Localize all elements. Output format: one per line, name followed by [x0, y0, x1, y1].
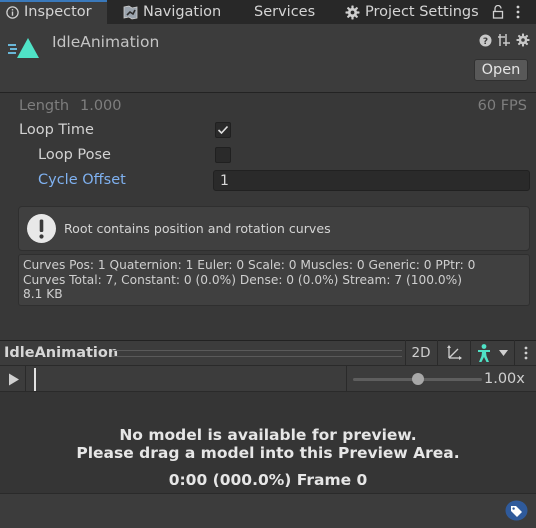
- help-icon[interactable]: ?: [478, 33, 492, 47]
- svg-text:?: ?: [482, 37, 487, 47]
- loop-time-label: Loop Time: [19, 122, 94, 138]
- label-tag-icon: [505, 500, 528, 521]
- asset-labels-bar: [0, 493, 536, 528]
- lock-icon[interactable]: [492, 4, 504, 23]
- info-icon: [6, 5, 19, 19]
- length-value: 1.000: [80, 98, 122, 114]
- tab-services[interactable]: Services: [254, 0, 315, 24]
- pivot-icon: [447, 345, 462, 360]
- preview-drag-handle[interactable]: [112, 350, 402, 357]
- divider: [346, 366, 347, 392]
- tab-navigation-label: Navigation: [143, 4, 222, 20]
- length-label: Length: [19, 98, 70, 114]
- tab-inspector-label: Inspector: [24, 4, 92, 20]
- clip-name: IdleAnimation: [52, 33, 160, 51]
- curves-info-box: Curves Pos: 1 Quaternion: 1 Euler: 0 Sca…: [18, 254, 530, 306]
- navigation-icon: [123, 5, 138, 20]
- preset-icon[interactable]: [497, 33, 511, 47]
- cycle-offset-field[interactable]: 1: [213, 170, 530, 191]
- preview-message-line1: No model is available for preview.: [119, 426, 417, 444]
- 2d-toggle-button[interactable]: 2D: [406, 341, 436, 365]
- pivot-toggle-button[interactable]: [438, 341, 470, 365]
- tab-project-settings[interactable]: Project Settings: [345, 0, 479, 24]
- loop-pose-label: Loop Pose: [38, 147, 111, 163]
- animation-clip-icon: [8, 36, 40, 66]
- fps-value: 60 FPS: [477, 98, 527, 114]
- tab-project-settings-label: Project Settings: [365, 4, 479, 20]
- avatar-dropdown-button[interactable]: [471, 341, 513, 365]
- kebab-menu-icon[interactable]: [524, 346, 528, 364]
- chevron-down-icon: [499, 350, 508, 356]
- asset-label-button[interactable]: [505, 500, 528, 525]
- frame-info: 0:00 (000.0%) Frame 0: [168, 471, 368, 489]
- divider: [514, 340, 515, 366]
- open-button[interactable]: Open: [474, 59, 528, 81]
- timeline-playhead[interactable]: [34, 368, 36, 391]
- preview-message-line2: Please drag a model into this Preview Ar…: [76, 444, 460, 462]
- preview-title: IdleAnimation: [4, 345, 119, 361]
- avatar-icon: [478, 344, 490, 362]
- curves-info-line: Curves Pos: 1 Quaternion: 1 Euler: 0 Sca…: [23, 258, 476, 272]
- warning-exclamation-icon: [25, 212, 58, 249]
- curves-info-line: 8.1 KB: [23, 287, 63, 302]
- loop-time-checkbox[interactable]: [215, 122, 231, 138]
- settings-icon[interactable]: [516, 33, 530, 47]
- kebab-menu-icon[interactable]: [516, 5, 520, 23]
- loop-pose-checkbox[interactable]: [215, 147, 231, 163]
- tab-inspector[interactable]: Inspector: [0, 0, 107, 24]
- gear-icon: [345, 5, 360, 20]
- speed-value: 1.00x: [484, 371, 525, 387]
- cycle-offset-value: 1: [220, 172, 229, 189]
- help-box-message: Root contains position and rotation curv…: [64, 221, 331, 236]
- cycle-offset-label: Cycle Offset: [38, 172, 126, 188]
- play-icon: [9, 373, 19, 386]
- tab-navigation[interactable]: Navigation: [123, 0, 221, 24]
- curves-info-line: Curves Total: 7, Constant: 0 (0.0%) Dens…: [23, 272, 462, 287]
- speed-slider-thumb[interactable]: [412, 373, 424, 385]
- play-button[interactable]: [8, 373, 20, 390]
- divider: [25, 366, 26, 392]
- checkmark-icon: [217, 125, 229, 135]
- tab-services-label: Services: [254, 4, 316, 20]
